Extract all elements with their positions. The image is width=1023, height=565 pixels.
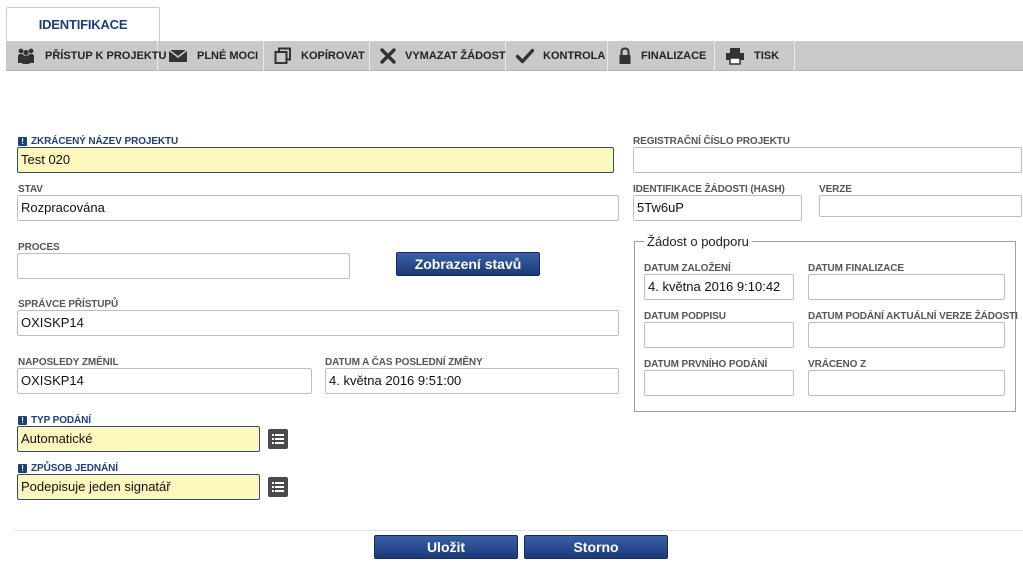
- required-icon: !: [18, 137, 27, 146]
- toolbar-label: FINALIZACE: [641, 50, 707, 62]
- x-icon: [380, 47, 396, 65]
- first-submitted-field[interactable]: [644, 370, 794, 396]
- tab-identifikace-operace[interactable]: IDENTIFIKACE OPERACE: [6, 7, 160, 66]
- hash-label: IDENTIFIKACE ŽÁDOSTI (HASH): [633, 184, 785, 195]
- check-button[interactable]: KONTROLA: [506, 41, 608, 71]
- acting-method-field[interactable]: Podepisuje jeden signatář: [17, 474, 260, 500]
- toolbar-label: PŘÍSTUP K PROJEKTU: [45, 50, 167, 62]
- show-states-button[interactable]: Zobrazení stavů: [396, 252, 540, 276]
- state-label: STAV: [18, 184, 43, 195]
- print-button[interactable]: TISK: [715, 41, 795, 71]
- toolbar-label: KONTROLA: [543, 50, 606, 62]
- process-field[interactable]: [17, 253, 350, 279]
- cancel-button[interactable]: Storno: [524, 535, 668, 559]
- signed-label: DATUM PODPISU: [644, 311, 726, 322]
- toolbar-label: PLNÉ MOCI: [197, 50, 259, 62]
- created-field[interactable]: 4. května 2016 9:10:42: [644, 274, 794, 300]
- toolbar-label: KOPÍROVAT: [301, 50, 365, 62]
- copy-button[interactable]: KOPÍROVAT: [264, 41, 370, 71]
- acting-method-list-button[interactable]: [268, 477, 288, 497]
- toolbar: PŘÍSTUP K PROJEKTU PLNÉ MOCI KOPÍROVAT V…: [6, 41, 1023, 71]
- footer-divider: [14, 530, 1023, 531]
- submission-type-label: ! TYP PODÁNÍ: [18, 415, 91, 426]
- save-button[interactable]: Uložit: [374, 535, 518, 559]
- project-name-label: ! ZKRÁCENÝ NÁZEV PROJEKTU: [18, 136, 178, 147]
- signed-field[interactable]: [644, 322, 794, 348]
- required-icon: !: [18, 464, 27, 473]
- last-changed-at-field[interactable]: 4. května 2016 9:51:00: [325, 368, 619, 394]
- returned-from-field[interactable]: [808, 370, 1005, 396]
- toolbar-label: VYMAZAT ŽÁDOST: [405, 50, 506, 62]
- registration-number-field[interactable]: [633, 147, 1022, 173]
- toolbar-label: TISK: [754, 50, 780, 62]
- people-icon: [16, 47, 36, 65]
- required-icon: !: [18, 416, 27, 425]
- power-of-attorney-button[interactable]: PLNÉ MOCI: [158, 41, 264, 71]
- first-submitted-label: DATUM PRVNÍHO PODÁNÍ: [644, 359, 768, 370]
- project-name-field[interactable]: Test 020: [17, 147, 614, 173]
- access-admin-label: SPRÁVCE PŘÍSTUPŮ: [18, 299, 119, 310]
- printer-icon: [725, 47, 745, 65]
- last-changed-by-field[interactable]: OXISKP14: [17, 368, 312, 394]
- copy-icon: [274, 47, 292, 65]
- lock-icon: [618, 47, 632, 65]
- tab-bar: IDENTIFIKACE OPERACE: [0, 0, 1023, 66]
- registration-number-label: REGISTRAČNÍ ČÍSLO PROJEKTU: [633, 136, 790, 147]
- current-submitted-label: DATUM PODÁNÍ AKTUÁLNÍ VERZE ŽÁDOSTI: [808, 311, 1018, 322]
- list-icon: [272, 482, 284, 492]
- version-label: VERZE: [819, 184, 852, 195]
- acting-method-label: ! ZPŮSOB JEDNÁNÍ: [18, 463, 118, 474]
- envelope-icon: [168, 47, 188, 65]
- state-field[interactable]: Rozpracována: [17, 195, 619, 221]
- current-submitted-field[interactable]: [808, 322, 1005, 348]
- version-field[interactable]: [819, 195, 1022, 217]
- last-changed-at-label: DATUM A ČAS POSLEDNÍ ZMĚNY: [325, 357, 483, 368]
- support-request-legend: Žádost o podporu: [644, 234, 752, 249]
- check-icon: [516, 47, 534, 65]
- last-changed-by-label: NAPOSLEDY ZMĚNIL: [18, 357, 119, 368]
- returned-from-label: VRÁCENO Z: [808, 359, 866, 370]
- list-icon: [272, 434, 284, 444]
- created-label: DATUM ZALOŽENÍ: [644, 263, 731, 274]
- hash-field[interactable]: 5Tw6uP: [633, 195, 802, 221]
- access-admin-field[interactable]: OXISKP14: [17, 310, 619, 336]
- submission-type-list-button[interactable]: [268, 429, 288, 449]
- finalize-button[interactable]: FINALIZACE: [608, 41, 715, 71]
- process-label: PROCES: [18, 242, 60, 253]
- project-access-button[interactable]: PŘÍSTUP K PROJEKTU: [6, 41, 166, 71]
- finalized-label: DATUM FINALIZACE: [808, 263, 904, 274]
- delete-request-button[interactable]: VYMAZAT ŽÁDOST: [370, 41, 506, 71]
- submission-type-field[interactable]: Automatické: [17, 426, 260, 452]
- finalized-field[interactable]: [808, 274, 1005, 300]
